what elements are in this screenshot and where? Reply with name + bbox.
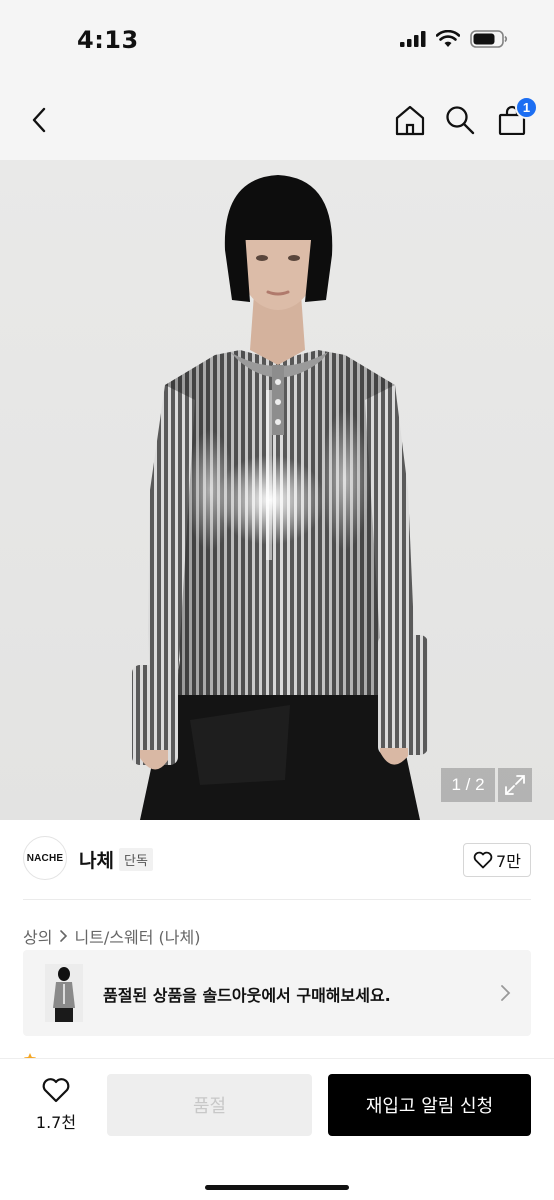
bottom-action-bar: 1.7천 품절 재입고 알림 신청 — [0, 1058, 554, 1200]
chevron-right-icon — [60, 930, 68, 942]
signal-icon — [400, 31, 426, 47]
soldout-banner[interactable]: 품절된 상품을 솔드아웃에서 구매해보세요. — [23, 950, 531, 1036]
heart-icon — [42, 1078, 70, 1103]
nav-bar: 1 — [0, 80, 554, 160]
banner-thumbnail — [45, 964, 83, 1022]
heart-icon — [473, 851, 493, 869]
chevron-left-icon — [32, 107, 46, 133]
brand-row: NACHE 나체 단독 7만 — [23, 836, 531, 884]
exclusive-badge: 단독 — [119, 848, 153, 871]
search-button[interactable] — [440, 100, 480, 140]
home-button[interactable] — [390, 100, 430, 140]
status-bar: 4:13 — [0, 0, 554, 80]
search-icon — [446, 106, 475, 135]
home-indicator — [205, 1185, 349, 1190]
battery-icon — [470, 30, 508, 48]
back-button[interactable] — [20, 100, 60, 140]
banner-text: 품절된 상품을 솔드아웃에서 구매해보세요. — [103, 986, 391, 1005]
expand-image-button[interactable] — [498, 768, 532, 802]
product-photo — [132, 175, 428, 820]
home-icon — [395, 105, 425, 136]
wifi-icon — [436, 30, 460, 47]
breadcrumb-category[interactable]: 상의 — [23, 924, 52, 948]
status-icons — [400, 30, 508, 48]
chevron-right-icon — [501, 985, 511, 1001]
soldout-button: 품절 — [107, 1074, 312, 1136]
cart-button[interactable]: 1 — [492, 96, 538, 140]
image-counter: 1 / 2 — [441, 768, 495, 802]
wishlist-count: 1.7천 — [35, 1113, 77, 1132]
status-time: 4:13 — [77, 26, 139, 54]
brand-logo[interactable]: NACHE — [23, 836, 67, 880]
breadcrumb-subcategory[interactable]: 니트/스웨터 (나체) — [74, 924, 200, 948]
brand-like-button[interactable]: 7만 — [463, 843, 531, 877]
wishlist-button[interactable]: 1.7천 — [30, 1077, 82, 1137]
breadcrumb: 상의 니트/스웨터 (나체) — [23, 924, 200, 948]
brand-like-count: 7만 — [496, 852, 521, 871]
cart-badge: 1 — [515, 96, 538, 119]
brand-name[interactable]: 나체 — [79, 846, 114, 873]
divider — [23, 899, 531, 900]
product-image[interactable] — [0, 160, 554, 820]
expand-icon — [505, 775, 525, 795]
restock-alert-button[interactable]: 재입고 알림 신청 — [328, 1074, 531, 1136]
